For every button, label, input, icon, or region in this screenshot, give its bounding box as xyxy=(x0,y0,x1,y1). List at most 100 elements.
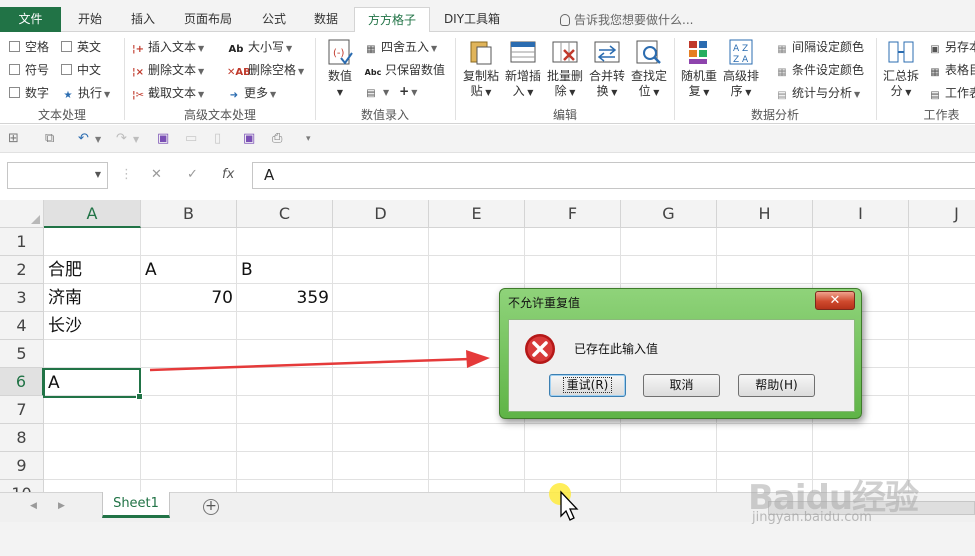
row-header-7[interactable]: 7 xyxy=(0,396,44,424)
save-icon[interactable]: ▣ xyxy=(157,131,169,146)
lightbulb-icon xyxy=(560,14,570,26)
summary-split-button[interactable]: 汇总拆分 ▼ xyxy=(881,38,921,100)
active-cell-selection[interactable] xyxy=(43,368,143,400)
column-header-e[interactable]: E xyxy=(429,200,525,228)
insert-function-icon[interactable]: fx xyxy=(222,167,234,182)
stats-analysis-button[interactable]: ▤ 统计与分析 ▼ xyxy=(775,84,860,102)
table-directory-button[interactable]: ▦表格目 xyxy=(928,61,975,79)
delete-text-button[interactable]: ¦× 删除文本 ▼ xyxy=(131,61,204,79)
tab-data[interactable]: 数据 xyxy=(302,7,350,32)
insert-new-button[interactable]: 新增插入 ▼ xyxy=(503,38,543,100)
dialog-message: 已存在此输入值 xyxy=(574,342,659,356)
cell-b2[interactable]: A xyxy=(145,256,157,284)
column-header-h[interactable]: H xyxy=(717,200,813,228)
folder-icon[interactable]: ▭ xyxy=(185,131,197,146)
save-as-button[interactable]: ▣另存本 xyxy=(928,38,975,56)
tab-home[interactable]: 开始 xyxy=(66,7,114,32)
row-header-1[interactable]: 1 xyxy=(0,228,44,256)
tab-page-layout[interactable]: 页面布局 xyxy=(172,7,244,32)
checkbox-space[interactable]: 空格 xyxy=(9,38,49,55)
formula-input[interactable]: A xyxy=(252,162,975,189)
cell-c2[interactable]: B xyxy=(241,256,253,284)
customize-icon[interactable]: ▾ xyxy=(306,134,311,144)
row-header-8[interactable]: 8 xyxy=(0,424,44,452)
sheet-tab-sheet1[interactable]: Sheet1 xyxy=(102,492,170,518)
copy-paste-button[interactable]: 复制粘贴 ▼ xyxy=(461,38,501,100)
format-icon[interactable]: ⊞ xyxy=(8,131,19,146)
numeric-extra-button[interactable]: ▤ ▼ + ▼ xyxy=(364,84,417,100)
round-button[interactable]: ▦ 四舍五入 ▼ xyxy=(364,38,437,56)
chevron-down-icon[interactable]: ▼ xyxy=(95,170,101,179)
column-header-f[interactable]: F xyxy=(525,200,621,228)
advanced-sort-button[interactable]: A ZZ A 高级排序 ▼ xyxy=(721,38,761,100)
add-sheet-icon[interactable]: + xyxy=(203,499,219,515)
chevron-down-icon: ▼ xyxy=(902,88,912,97)
tab-diy-toolbox[interactable]: DIY工具箱 xyxy=(436,7,508,32)
find-locate-button[interactable]: 查找定位 ▼ xyxy=(629,38,669,100)
letter-case-button[interactable]: Ab 大小写 ▼ xyxy=(227,38,293,56)
tab-file[interactable]: 文件 xyxy=(0,7,61,32)
confirm-entry-icon[interactable]: ✓ xyxy=(187,167,198,182)
print-preview-icon[interactable]: ⎙ xyxy=(272,131,282,146)
column-header-a[interactable]: A xyxy=(44,200,141,228)
execute-button[interactable]: ★ 执行 ▼ xyxy=(61,84,111,102)
cell-b3[interactable]: 70 xyxy=(141,284,233,312)
worksheet-button[interactable]: ▤工作表 xyxy=(928,84,975,102)
dialog-close-button[interactable]: ✕ xyxy=(815,291,855,310)
chevron-down-icon: ▼ xyxy=(566,88,576,97)
save-as-icon[interactable]: ▣ xyxy=(243,131,255,146)
cell-a3[interactable]: 济南 xyxy=(48,284,82,312)
cancel-entry-icon[interactable]: ✕ xyxy=(151,167,162,182)
checkbox-symbol[interactable]: 符号 xyxy=(9,61,49,78)
column-header-j[interactable]: J xyxy=(909,200,975,228)
column-header-b[interactable]: B xyxy=(141,200,237,228)
insert-text-button[interactable]: ¦+ 插入文本 ▼ xyxy=(131,38,204,56)
cell-a4[interactable]: 长沙 xyxy=(48,312,82,340)
checkbox-chinese[interactable]: 中文 xyxy=(61,61,101,78)
numeric-button[interactable]: (-) 数值 ▼ xyxy=(320,38,360,100)
undo-icon[interactable]: ↶ xyxy=(78,131,89,146)
tab-fangfang-gezi[interactable]: 方方格子 xyxy=(354,7,430,33)
chevron-down-icon[interactable]: ▼ xyxy=(133,135,139,144)
name-box[interactable]: ▼ xyxy=(7,162,108,189)
column-header-c[interactable]: C xyxy=(237,200,333,228)
merge-convert-button[interactable]: 合并转换 ▼ xyxy=(587,38,627,100)
redo-icon[interactable]: ↷ xyxy=(116,131,127,146)
column-header-g[interactable]: G xyxy=(621,200,717,228)
help-button[interactable]: 帮助(H) xyxy=(738,374,815,397)
cell-c3[interactable]: 359 xyxy=(237,284,329,312)
chevron-down-icon: ▼ xyxy=(411,88,418,97)
horizontal-scrollbar[interactable] xyxy=(768,501,975,515)
row-header-6[interactable]: 6 xyxy=(0,368,44,396)
more-button[interactable]: ➜ 更多 ▼ xyxy=(227,84,276,102)
batch-delete-button[interactable]: 批量删除 ▼ xyxy=(545,38,585,100)
checkbox-number[interactable]: 数字 xyxy=(9,84,49,101)
row-header-2[interactable]: 2 xyxy=(0,256,44,284)
remove-spaces-button[interactable]: ✕AB删除空格 ▼ xyxy=(227,61,304,79)
interval-color-button[interactable]: ▦ 间隔设定颜色 xyxy=(775,38,864,56)
select-all-corner[interactable] xyxy=(0,200,44,228)
row-header-9[interactable]: 9 xyxy=(0,452,44,480)
keep-values-button[interactable]: Abc 只保留数值 xyxy=(364,61,445,79)
retry-button[interactable]: 重试(R) xyxy=(549,374,626,397)
row-header-10[interactable]: 10 xyxy=(0,480,44,492)
extract-text-button[interactable]: ¦✂ 截取文本 ▼ xyxy=(131,84,204,102)
cell-a2[interactable]: 合肥 xyxy=(48,256,82,284)
checkbox-english[interactable]: 英文 xyxy=(61,38,101,55)
tab-formulas[interactable]: 公式 xyxy=(250,7,298,32)
chevron-down-icon[interactable]: ▼ xyxy=(95,135,101,144)
row-header-5[interactable]: 5 xyxy=(0,340,44,368)
cancel-button[interactable]: 取消 xyxy=(643,374,720,397)
column-header-d[interactable]: D xyxy=(333,200,429,228)
tab-insert[interactable]: 插入 xyxy=(119,7,167,32)
copy-icon[interactable]: ⧉ xyxy=(45,131,54,146)
prev-sheet-icon[interactable]: ◀ xyxy=(30,501,37,511)
row-header-4[interactable]: 4 xyxy=(0,312,44,340)
tell-me-search[interactable]: 告诉我您想要做什么... xyxy=(560,11,693,28)
condition-color-button[interactable]: ▦ 条件设定颜色 xyxy=(775,61,864,79)
new-file-icon[interactable]: ▯ xyxy=(214,131,221,146)
column-header-i[interactable]: I xyxy=(813,200,909,228)
row-header-3[interactable]: 3 xyxy=(0,284,44,312)
random-repeat-button[interactable]: 随机重复 ▼ xyxy=(679,38,719,100)
next-sheet-icon[interactable]: ▶ xyxy=(58,501,65,511)
